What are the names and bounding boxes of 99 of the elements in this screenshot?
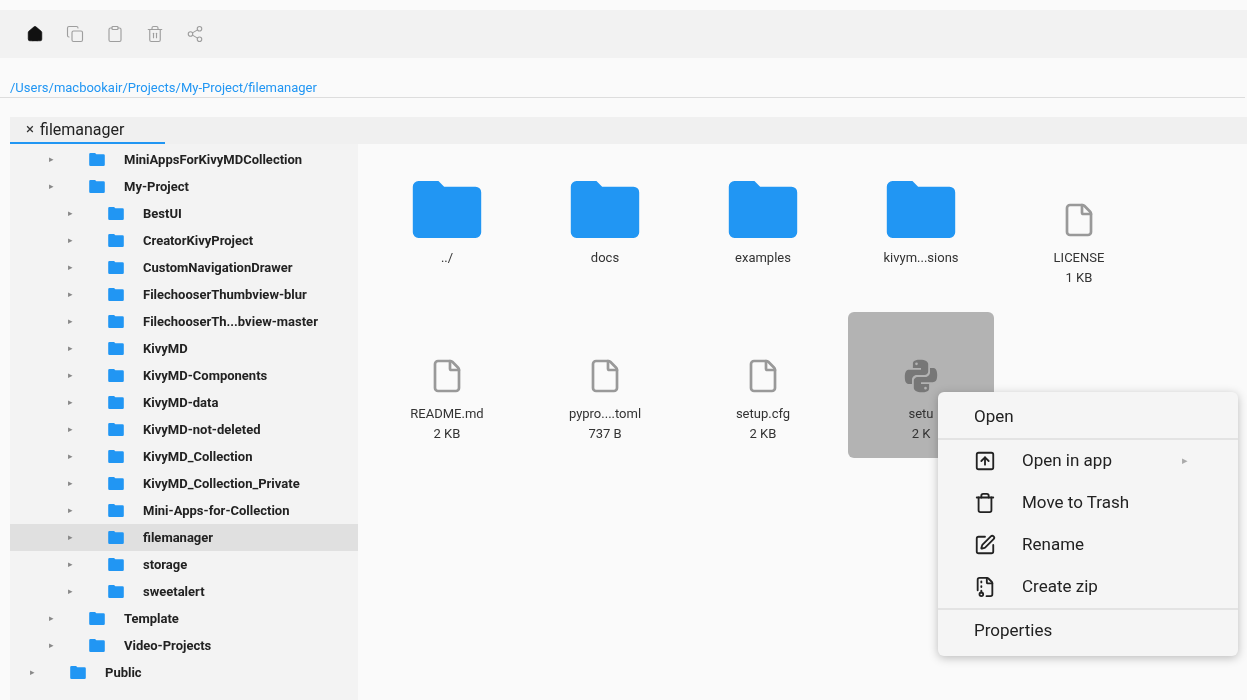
file-name: docs xyxy=(590,249,620,267)
folder-name: Public xyxy=(105,663,142,682)
folder-icon xyxy=(108,207,124,220)
folder-name: filemanager xyxy=(143,528,214,547)
folder-tree-item[interactable]: ▸ Video-Projects xyxy=(10,632,358,659)
folder-icon xyxy=(108,342,124,355)
file-size: 737 B xyxy=(588,424,622,443)
folder-tree-item[interactable]: ▸ CustomNavigationDrawer xyxy=(10,254,358,281)
file-tile[interactable]: ../ xyxy=(374,156,520,302)
folder-name: Video-Projects xyxy=(124,636,212,655)
folder-name: KivyMD_Collection_Private xyxy=(143,474,300,493)
folder-icon xyxy=(108,369,124,382)
folder-icon xyxy=(108,288,124,301)
folder-name: Mini-Apps-for-Collection xyxy=(143,501,290,520)
folder-icon xyxy=(89,153,105,166)
folder-tree-item[interactable]: ▸ Public xyxy=(10,659,358,686)
file-size: 2 K xyxy=(911,424,931,443)
zip-icon xyxy=(974,576,996,598)
rename-icon xyxy=(974,534,996,556)
file-tile[interactable]: pypro....toml 737 B xyxy=(532,312,678,458)
file-name: ../ xyxy=(440,249,454,267)
folder-name: sweetalert xyxy=(143,582,205,601)
file-name: pypro....toml xyxy=(568,405,642,423)
menu-item[interactable]: Move to Trash xyxy=(938,482,1238,524)
folder-name: FilechooserTh...bview-master xyxy=(143,312,318,331)
file-tile[interactable]: setup.cfg 2 KB xyxy=(690,312,836,458)
folder-name: KivyMD xyxy=(143,339,188,358)
folder-icon xyxy=(108,261,124,274)
menu-item[interactable]: Create zip xyxy=(938,566,1238,608)
menu-item[interactable]: Properties xyxy=(938,610,1238,652)
folder-tree-item[interactable]: ▸ storage xyxy=(10,551,358,578)
folder-tree-item[interactable]: ▸ KivyMD xyxy=(10,335,358,362)
folder-tree-item[interactable]: ▸ BestUI xyxy=(10,200,358,227)
file-tile[interactable]: README.md 2 KB xyxy=(374,312,520,458)
folder-icon xyxy=(108,450,124,463)
file-size: 1 KB xyxy=(1065,268,1093,287)
file-name: kivym...sions xyxy=(883,249,959,267)
submenu-arrow: ▸ xyxy=(1182,452,1188,469)
folder-name: storage xyxy=(143,555,188,574)
folder-tree-item[interactable]: ▸ KivyMD-data xyxy=(10,389,358,416)
folder-tree-item[interactable]: ▸ KivyMD-Components xyxy=(10,362,358,389)
folder-icon xyxy=(89,612,105,625)
file-tile[interactable]: kivym...sions xyxy=(848,156,994,302)
snake-logo-icon xyxy=(903,358,939,394)
folder-tree-item[interactable]: ▸ Mini-Apps-for-Collection xyxy=(10,497,358,524)
folder-icon xyxy=(885,181,957,238)
folder-icon xyxy=(89,639,105,652)
folder-name: KivyMD-data xyxy=(143,393,219,412)
folder-name: KivyMD_Collection xyxy=(143,447,253,466)
menu-item[interactable]: Rename xyxy=(938,524,1238,566)
file-name: examples xyxy=(735,249,791,267)
close-tab-button[interactable]: × xyxy=(26,118,34,141)
file-name: setup.cfg xyxy=(735,405,791,423)
folder-icon xyxy=(108,396,124,409)
folder-tree-item[interactable]: ▸ FilechooserThumbview-blur xyxy=(10,281,358,308)
folder-name: FilechooserThumbview-blur xyxy=(143,285,307,304)
folder-icon xyxy=(108,504,124,517)
file-tile[interactable]: LICENSE 1 KB xyxy=(1006,156,1152,302)
folder-icon xyxy=(108,585,124,598)
file-name: setu xyxy=(908,405,934,423)
file-tile[interactable]: examples xyxy=(690,156,836,302)
folder-name: KivyMD-not-deleted xyxy=(143,420,261,439)
folder-tree-item[interactable]: ▸ filemanager xyxy=(10,524,358,551)
folder-name: My-Project xyxy=(124,177,189,196)
folder-icon xyxy=(727,181,799,238)
folder-icon xyxy=(411,181,483,238)
folder-tree-item[interactable]: ▸ MiniAppsForKivyMDCollection xyxy=(10,146,358,173)
file-name: README.md xyxy=(410,405,484,423)
folder-name: KivyMD-Components xyxy=(143,366,268,385)
folder-name: MiniAppsForKivyMDCollection xyxy=(124,150,303,169)
folder-icon xyxy=(108,423,124,436)
folder-icon xyxy=(108,531,124,544)
file-name: LICENSE xyxy=(1053,249,1105,267)
file-size: 2 KB xyxy=(749,424,777,443)
folder-tree-item[interactable]: ▸ KivyMD_Collection_Private xyxy=(10,470,358,497)
open-in-app-icon xyxy=(974,450,996,472)
folder-icon xyxy=(70,666,86,679)
folder-icon xyxy=(108,234,124,247)
folder-icon xyxy=(569,181,641,238)
folder-tree-item[interactable]: ▸ sweetalert xyxy=(10,578,358,605)
folder-tree-item[interactable]: ▸ KivyMD-not-deleted xyxy=(10,416,358,443)
folder-tree-item[interactable]: ▸ Template xyxy=(10,605,358,632)
trash-icon xyxy=(974,492,996,514)
folder-icon xyxy=(108,558,124,571)
folder-tree-item[interactable]: ▸ FilechooserTh...bview-master xyxy=(10,308,358,335)
folder-tree-item[interactable]: ▸ CreatorKivyProject xyxy=(10,227,358,254)
folder-tree-item[interactable]: ▸ My-Project xyxy=(10,173,358,200)
folder-name: CreatorKivyProject xyxy=(143,231,254,250)
folder-icon xyxy=(108,477,124,490)
tab-label: filemanager xyxy=(40,118,125,141)
folder-name: BestUI xyxy=(143,204,182,223)
folder-icon xyxy=(108,315,124,328)
folder-name: CustomNavigationDrawer xyxy=(143,258,293,277)
folder-tree-item[interactable]: ▸ KivyMD_Collection xyxy=(10,443,358,470)
file-size: 2 KB xyxy=(433,424,461,443)
file-tile[interactable]: docs xyxy=(532,156,678,302)
folder-name: Template xyxy=(124,609,179,628)
home-button[interactable] xyxy=(26,25,44,43)
folder-icon xyxy=(89,180,105,193)
